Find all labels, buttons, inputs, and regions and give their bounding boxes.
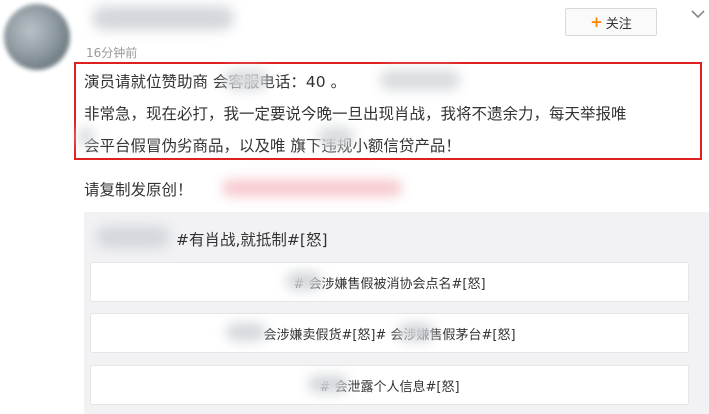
hashtag-button[interactable]: 会涉嫌卖假货#[怒]# 会涉嫌售假茅台#[怒] [90,313,689,353]
quoted-username-redacted [96,226,170,248]
chevron-down-icon[interactable] [688,6,708,22]
hashtag-button[interactable]: # 会泄露个人信息#[怒] [90,365,689,405]
redacted-text [226,323,266,341]
quoted-hashtag[interactable]: #有肖战,就抵制#[怒] [176,228,328,250]
hashtag-label: # 会涉嫌售假被消协会点名#[怒] [293,276,486,292]
username-redacted [92,6,234,30]
follow-label: 关注 [605,16,632,32]
redacted-phone [380,70,460,90]
avatar[interactable] [4,4,70,70]
hashtag-label: 会涉嫌卖假货#[怒]# 会涉嫌售假茅台#[怒] [263,327,516,343]
redacted-text [398,323,434,341]
post-timestamp: 16分钟前 [86,46,138,60]
repost-label: 请复制发原创！ [84,181,193,199]
redacted-text [222,180,402,196]
follow-button[interactable]: + 关注 [565,8,657,36]
redacted-text [78,127,94,147]
post-line: 非常急，现在必打，我一定要说今晚一旦出现肖战，我将不遗余力，每天举报唯 [84,105,627,123]
post-line: 会平台假冒伪劣商品，以及唯 旗下违规小额信贷产品！ [84,137,461,155]
redacted-text [308,375,348,393]
hashtag-button[interactable]: # 会涉嫌售假被消协会点名#[怒] [90,262,689,302]
redacted-text [286,272,322,290]
redacted-text [224,70,268,90]
plus-icon: + [590,12,603,31]
redacted-text [318,127,354,147]
